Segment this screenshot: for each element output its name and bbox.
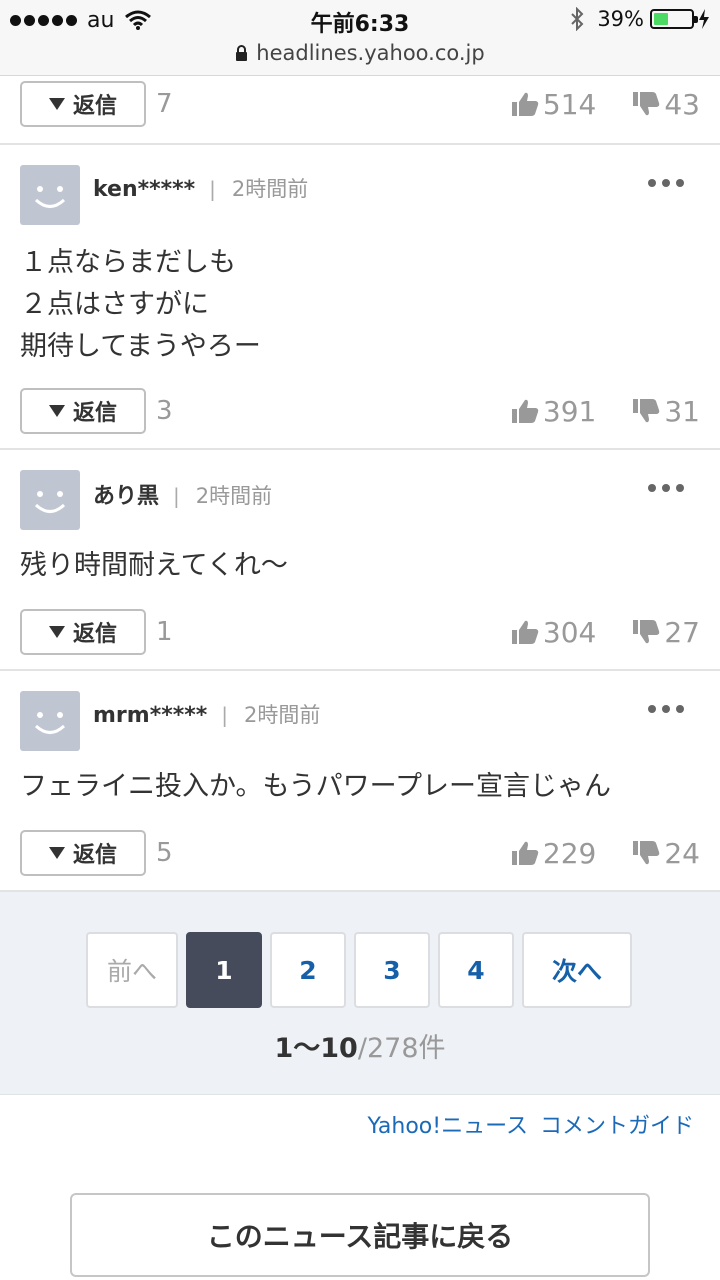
like-button[interactable]: 304 — [511, 616, 596, 649]
url-text: headlines.yahoo.co.jp — [256, 41, 485, 65]
comment-author[interactable]: mrm***** | 2時間前 — [93, 699, 320, 729]
dislike-button[interactable]: 24 — [632, 837, 700, 870]
dislike-count: 43 — [664, 87, 700, 121]
reply-label: 返信 — [72, 401, 117, 426]
smiley-icon — [34, 186, 66, 208]
comment: mrm***** | 2時間前 フェライニ投入か。もうパワープレー宣言じゃん 返信 … — [0, 671, 720, 892]
comment-body: １点ならまだしも ２点はさすがに 期待してまうやろー — [20, 247, 261, 362]
page-3-button[interactable]: 3 — [354, 932, 430, 1008]
comment-guide-link[interactable]: Yahoo!ニュース コメントガイド — [368, 1108, 695, 1140]
username[interactable]: あり黒 — [93, 484, 159, 509]
like-count: 304 — [542, 615, 597, 649]
dislike-button[interactable]: 31 — [632, 395, 700, 428]
comment-body: フェライニ投入か。もうパワープレー宣言じゃん — [20, 771, 612, 802]
reply-count: 5 — [156, 838, 173, 868]
comment-body: 残り時間耐えてくれ〜 — [20, 550, 288, 581]
thumbs-up-icon — [511, 841, 539, 865]
result-range: 1〜10 — [274, 1033, 358, 1064]
dislike-count: 27 — [664, 615, 700, 649]
triangle-down-icon — [48, 847, 65, 859]
comment-actions: 返信 1 304 27 — [20, 609, 700, 655]
username[interactable]: ken***** — [93, 177, 195, 202]
comment: 返信 7 514 43 — [0, 77, 720, 145]
reply-count: 1 — [156, 617, 173, 647]
like-button[interactable]: 514 — [511, 88, 596, 121]
dislike-count: 31 — [664, 394, 700, 428]
comment-author[interactable]: あり黒 | 2時間前 — [93, 478, 272, 510]
guide-link-yahoo-news[interactable]: Yahoo!ニュース — [368, 1114, 528, 1139]
lock-icon — [236, 45, 248, 61]
comment-time: 2時間前 — [195, 484, 273, 508]
like-button[interactable]: 391 — [511, 395, 596, 428]
address-bar[interactable]: headlines.yahoo.co.jp — [0, 40, 720, 76]
like-button[interactable]: 229 — [511, 837, 596, 870]
prev-page-button: 前へ — [86, 932, 178, 1008]
battery-percent: 39% — [597, 7, 644, 31]
separator: | — [173, 484, 180, 508]
result-count: 1〜10/278件 — [0, 1026, 720, 1065]
dislike-button[interactable]: 27 — [632, 616, 700, 649]
bluetooth-icon — [571, 7, 584, 31]
page-1-button[interactable]: 1 — [186, 932, 262, 1008]
triangle-down-icon — [48, 405, 65, 417]
avatar[interactable] — [20, 470, 80, 530]
next-page-button[interactable]: 次へ — [522, 932, 632, 1008]
reply-label: 返信 — [72, 94, 117, 119]
reply-button[interactable]: 返信 — [20, 830, 146, 876]
triangle-down-icon — [48, 626, 65, 638]
comment: ken***** | 2時間前 １点ならまだしも ２点はさすがに 期待してまうやろー… — [0, 145, 720, 450]
avatar[interactable] — [20, 165, 80, 225]
avatar[interactable] — [20, 691, 80, 751]
like-count: 391 — [542, 394, 597, 428]
page-4-button[interactable]: 4 — [438, 932, 514, 1008]
comment: あり黒 | 2時間前 残り時間耐えてくれ〜 返信 1 304 27 — [0, 450, 720, 671]
thumbs-down-icon — [633, 92, 660, 116]
comment-time: 2時間前 — [231, 177, 309, 201]
separator: | — [209, 177, 216, 201]
reply-button[interactable]: 返信 — [20, 609, 146, 655]
reply-count: 3 — [156, 396, 173, 426]
dislike-count: 24 — [664, 836, 700, 870]
reply-button[interactable]: 返信 — [20, 81, 146, 127]
thumbs-down-icon — [633, 841, 660, 865]
battery-fill — [654, 13, 669, 25]
reply-label: 返信 — [72, 843, 117, 868]
reply-count: 7 — [156, 89, 173, 119]
reply-label: 返信 — [72, 622, 117, 647]
back-to-article-button[interactable]: このニュース記事に戻る — [70, 1193, 650, 1277]
pagination: 前へ 1 2 3 4 次へ 1〜10/278件 — [0, 891, 720, 1095]
like-count: 229 — [542, 836, 597, 870]
comment-time: 2時間前 — [243, 703, 321, 727]
more-options-icon[interactable] — [648, 484, 684, 492]
smiley-icon — [34, 491, 66, 513]
page-2-button[interactable]: 2 — [270, 932, 346, 1008]
dislike-button[interactable]: 43 — [632, 88, 700, 121]
thumbs-up-icon — [511, 92, 539, 116]
comment-actions: 返信 5 229 24 — [20, 830, 700, 876]
username[interactable]: mrm***** — [93, 703, 207, 728]
comment-actions: 返信 3 391 31 — [20, 388, 700, 434]
charging-icon — [699, 9, 709, 29]
smiley-icon — [34, 712, 66, 734]
more-options-icon[interactable] — [648, 179, 684, 187]
separator: | — [221, 703, 228, 727]
like-count: 514 — [542, 87, 597, 121]
thumbs-down-icon — [633, 399, 660, 423]
reply-button[interactable]: 返信 — [20, 388, 146, 434]
more-options-icon[interactable] — [648, 705, 684, 713]
status-bar: au 午前6:33 39% — [0, 0, 720, 40]
thumbs-up-icon — [511, 399, 539, 423]
battery-icon — [650, 9, 698, 29]
result-total: /278件 — [357, 1033, 446, 1064]
triangle-down-icon — [48, 98, 65, 110]
thumbs-down-icon — [633, 620, 660, 644]
comment-list: 返信 7 514 43 ken***** | 2時間前 １点ならまだしも ２点は… — [0, 77, 720, 892]
guide-link-comment-guide[interactable]: コメントガイド — [540, 1114, 694, 1139]
comment-actions: 返信 7 514 43 — [20, 81, 700, 127]
thumbs-up-icon — [511, 620, 539, 644]
comment-author[interactable]: ken***** | 2時間前 — [93, 173, 308, 203]
